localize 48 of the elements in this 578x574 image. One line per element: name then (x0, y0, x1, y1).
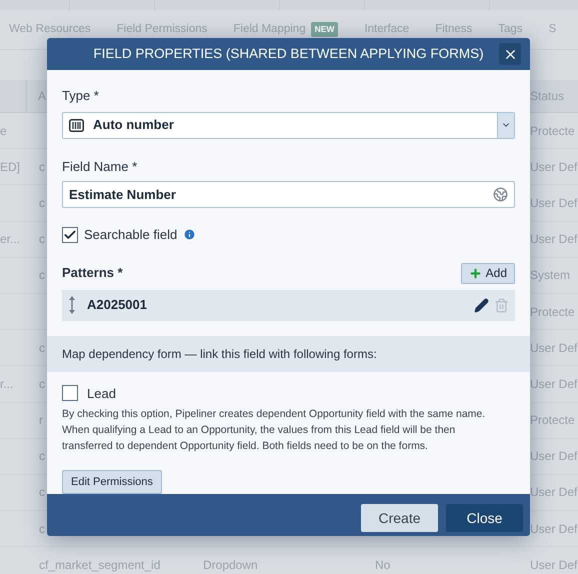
globe-icon[interactable] (493, 187, 508, 202)
bars-icon (69, 118, 84, 132)
pattern-row[interactable]: A2025001 (62, 290, 515, 320)
info-icon[interactable] (183, 228, 196, 242)
table-cell: System (530, 268, 570, 282)
field-label: Type * (62, 87, 100, 105)
type-select[interactable]: Auto number (62, 112, 515, 138)
table-cell: c (39, 522, 45, 536)
table-cell: User Def (530, 340, 578, 355)
reorder-icon[interactable] (68, 296, 76, 314)
table-cell: e (0, 124, 7, 138)
table-cell: Protecte (530, 413, 575, 428)
checkbox[interactable] (62, 226, 78, 243)
table-cell: User Def (530, 449, 578, 464)
checkbox-label: Lead (87, 384, 116, 402)
table-cell: Protecte (530, 124, 575, 138)
dependency-note: By checking this option, Pipeliner creates dependent Opportunity field with the same name. When qualifying a Lead to an Opportunity, the values from this Lead field will be then transferred to dependent Opportunity field. Both fields need to be on the forms. (62, 407, 486, 454)
create-button[interactable]: Create (361, 504, 438, 532)
field-label: Field Name * (62, 158, 138, 176)
add-button[interactable]: Add (460, 262, 515, 284)
checkbox-label: Searchable field (84, 226, 178, 244)
table-cell: User Def (530, 522, 578, 536)
dialog-title: FIELD PROPERTIES (SHARED BETWEEN APPLYING FORMS) (93, 44, 484, 63)
table-cell: User Def (530, 376, 578, 391)
table-cell: User Def (530, 232, 578, 246)
plus-icon (468, 266, 482, 280)
new-badge: NEW (310, 22, 338, 37)
table-cell: No (375, 558, 390, 572)
dependency-heading: Map dependency form — link this field with following forms: (62, 346, 377, 362)
table-cell: User Def (530, 160, 578, 174)
table-cell: User Def (530, 558, 578, 572)
pattern-value: A2025001 (87, 296, 148, 314)
table-cell: Protecte (530, 304, 575, 319)
table-cell: ED] (0, 160, 20, 174)
edit-permissions-button[interactable]: Edit Permissions (62, 470, 162, 494)
table-cell: cf_market_segment_id (39, 558, 160, 572)
close-button[interactable] (499, 43, 521, 65)
checkbox[interactable] (62, 385, 78, 402)
table-cell: Dropdown (203, 558, 258, 572)
close-dialog-button[interactable]: Close (446, 504, 523, 532)
check-icon (63, 228, 77, 242)
table-cell: User Def (530, 485, 578, 500)
table-cell: er... (0, 232, 20, 246)
table-cell: r... (0, 376, 14, 391)
field-name-input[interactable]: Estimate Number (62, 181, 515, 208)
edit-icon[interactable] (474, 298, 489, 312)
section-label: Patterns * (62, 264, 123, 282)
table-cell: User Def (530, 196, 578, 210)
